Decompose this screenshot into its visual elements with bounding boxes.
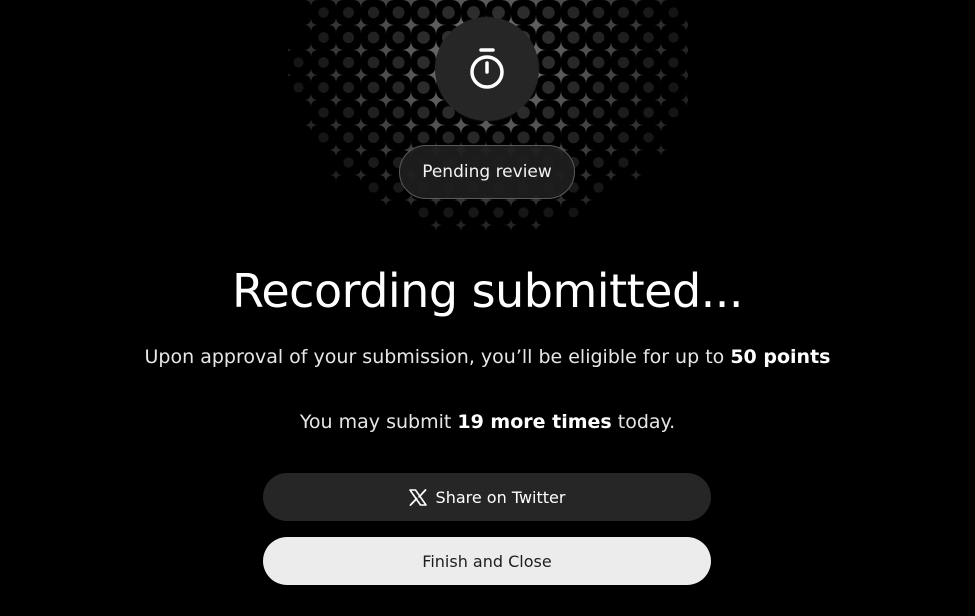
points-value: 50 points xyxy=(730,346,831,368)
share-label: Share on Twitter xyxy=(435,487,566,507)
finish-label: Finish and Close xyxy=(422,551,552,571)
pending-review-label: Pending review xyxy=(422,162,552,182)
remaining-submissions-message: You may submit 19 more times today. xyxy=(0,411,975,433)
approval-text: Upon approval of your submission, you’ll… xyxy=(144,346,731,368)
x-logo-icon xyxy=(408,488,427,506)
finish-and-close-button[interactable]: Finish and Close xyxy=(263,537,711,585)
pending-review-badge: Pending review xyxy=(399,145,575,199)
remaining-count: 19 more times xyxy=(457,411,612,433)
share-on-twitter-button[interactable]: Share on Twitter xyxy=(263,473,711,521)
stopwatch-icon xyxy=(470,48,504,89)
page-title: Recording submitted... xyxy=(231,264,744,318)
approval-message: Upon approval of your submission, you’ll… xyxy=(0,346,975,368)
remaining-prefix: You may submit xyxy=(299,411,458,433)
remaining-suffix: today. xyxy=(611,411,676,433)
timer-badge xyxy=(435,17,539,121)
